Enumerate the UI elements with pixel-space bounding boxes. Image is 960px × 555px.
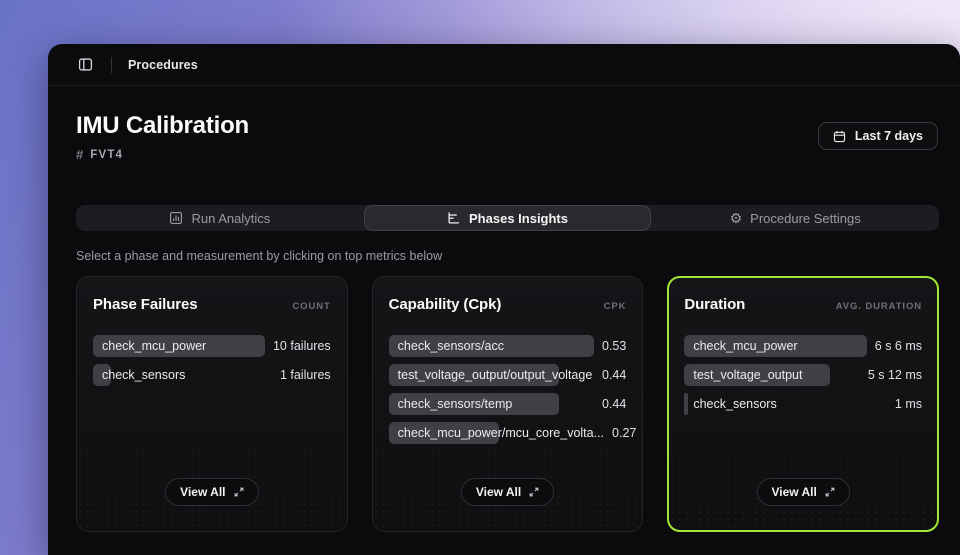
- tab-label: Run Analytics: [191, 211, 270, 226]
- bar-track: check_sensors: [684, 393, 887, 415]
- breadcrumb[interactable]: Procedures: [128, 58, 198, 72]
- bar-track: check_sensors/temp: [389, 393, 594, 415]
- metric-row[interactable]: check_sensors 1 failures: [93, 364, 331, 386]
- date-range-button[interactable]: Last 7 days: [818, 122, 938, 150]
- metric-row[interactable]: check_mcu_power 10 failures: [93, 335, 331, 357]
- sidebar-toggle-button[interactable]: [76, 55, 95, 74]
- card-header: Duration AVG. DURATION: [684, 296, 922, 313]
- metric-row[interactable]: test_voltage_output 5 s 12 ms: [684, 364, 922, 386]
- expand-icon: [234, 487, 244, 497]
- procedure-tag: # FVT4: [76, 147, 939, 162]
- metric-value: 0.44: [602, 397, 626, 411]
- tab-phases-insights[interactable]: Phases Insights: [364, 205, 652, 231]
- procedure-tag-label: FVT4: [90, 149, 123, 161]
- bar-track: check_mcu_power: [684, 335, 866, 357]
- metric-label: check_mcu_power: [93, 335, 206, 357]
- page-title: IMU Calibration: [76, 112, 939, 140]
- bar-track: test_voltage_output/output_voltage: [389, 364, 594, 386]
- card-duration[interactable]: Duration AVG. DURATION check_mcu_power 6…: [667, 276, 939, 532]
- main-content: IMU Calibration # FVT4 Run Analytics: [48, 86, 960, 555]
- card-phase-failures[interactable]: Phase Failures COUNT check_mcu_power 10 …: [76, 276, 348, 532]
- card-title: Duration: [684, 296, 745, 313]
- card-capability-cpk[interactable]: Capability (Cpk) CPK check_sensors/acc 0…: [372, 276, 644, 532]
- metric-cards: Phase Failures COUNT check_mcu_power 10 …: [76, 276, 939, 532]
- metric-row[interactable]: check_sensors 1 ms: [684, 393, 922, 415]
- hash-icon: #: [76, 147, 83, 162]
- view-all-label: View All: [476, 485, 521, 499]
- horizontal-bars-icon: [447, 211, 461, 225]
- card-footer: View All: [93, 478, 331, 515]
- metric-label: check_sensors: [684, 393, 776, 415]
- card-title: Phase Failures: [93, 296, 198, 313]
- expand-icon: [825, 487, 835, 497]
- metric-value: 0.53: [602, 339, 626, 353]
- view-all-button[interactable]: View All: [461, 478, 554, 506]
- bar-track: check_sensors/acc: [389, 335, 594, 357]
- view-all-label: View All: [772, 485, 817, 499]
- bar-track: check_mcu_power/mcu_core_volta...: [389, 422, 604, 444]
- metric-row[interactable]: check_sensors/temp 0.44: [389, 393, 627, 415]
- helper-text: Select a phase and measurement by clicki…: [76, 249, 939, 263]
- tab-label: Procedure Settings: [750, 211, 861, 226]
- window-header: Procedures: [48, 44, 960, 86]
- metric-label: test_voltage_output/output_voltage: [389, 364, 593, 386]
- metric-row[interactable]: test_voltage_output/output_voltage 0.44: [389, 364, 627, 386]
- metric-value: 0.27: [612, 426, 636, 440]
- metric-row[interactable]: check_mcu_power 6 s 6 ms: [684, 335, 922, 357]
- tab-label: Phases Insights: [469, 211, 568, 226]
- metric-row[interactable]: check_mcu_power/mcu_core_volta... 0.27: [389, 422, 627, 444]
- metric-label: check_sensors: [93, 364, 185, 386]
- metric-value: 1 ms: [895, 397, 922, 411]
- gear-icon: ⚙: [730, 211, 743, 225]
- view-all-button[interactable]: View All: [165, 478, 258, 506]
- calendar-icon: [833, 130, 846, 143]
- metric-value: 0.44: [602, 368, 626, 382]
- metric-value: 10 failures: [273, 339, 331, 353]
- card-header: Phase Failures COUNT: [93, 296, 331, 313]
- breadcrumb-divider: [111, 57, 112, 73]
- card-metric-label: COUNT: [292, 301, 330, 312]
- metric-label: check_sensors/temp: [389, 393, 513, 415]
- card-title: Capability (Cpk): [389, 296, 502, 313]
- bar-track: check_mcu_power: [93, 335, 265, 357]
- date-range-label: Last 7 days: [855, 129, 923, 143]
- card-header: Capability (Cpk) CPK: [389, 296, 627, 313]
- metric-value: 1 failures: [280, 368, 331, 382]
- metric-rows: check_sensors/acc 0.53 test_voltage_outp…: [389, 335, 627, 444]
- expand-icon: [529, 487, 539, 497]
- metric-label: check_sensors/acc: [389, 335, 504, 357]
- card-metric-label: AVG. DURATION: [836, 301, 922, 312]
- bar-track: check_sensors: [93, 364, 272, 386]
- panel-left-icon: [78, 57, 93, 72]
- metric-value: 5 s 12 ms: [868, 368, 922, 382]
- metric-value: 6 s 6 ms: [875, 339, 922, 353]
- card-footer: View All: [389, 478, 627, 515]
- metric-label: check_mcu_power/mcu_core_volta...: [389, 422, 604, 444]
- metric-rows: check_mcu_power 10 failures check_sensor…: [93, 335, 331, 386]
- view-all-label: View All: [180, 485, 225, 499]
- card-metric-label: CPK: [604, 301, 627, 312]
- view-all-button[interactable]: View All: [757, 478, 850, 506]
- metric-label: test_voltage_output: [684, 364, 802, 386]
- tab-procedure-settings[interactable]: ⚙ Procedure Settings: [651, 205, 939, 231]
- card-footer: View All: [684, 478, 922, 515]
- metric-row[interactable]: check_sensors/acc 0.53: [389, 335, 627, 357]
- bar-chart-icon: [169, 211, 183, 225]
- metric-rows: check_mcu_power 6 s 6 ms test_voltage_ou…: [684, 335, 922, 415]
- tab-run-analytics[interactable]: Run Analytics: [76, 205, 364, 231]
- bar-track: test_voltage_output: [684, 364, 859, 386]
- metric-label: check_mcu_power: [684, 335, 797, 357]
- app-window: Procedures Last 7 days IMU Calibration #…: [48, 44, 960, 555]
- tab-bar: Run Analytics Phases Insights ⚙ Procedur…: [76, 205, 939, 231]
